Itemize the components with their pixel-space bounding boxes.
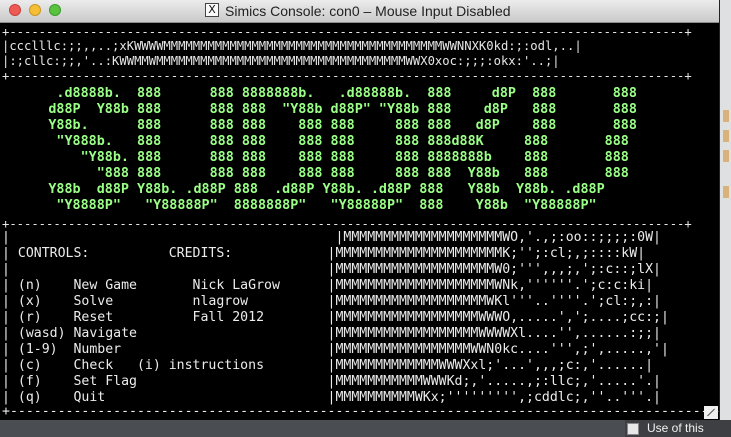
logo-line: "Y88b. 888 888 888 888 888 888 8888888b …: [0, 150, 629, 165]
logo-line: d88P Y88b 888 888 888 "Y88b d88P" "Y88b …: [0, 102, 637, 117]
background-highlight: [723, 110, 729, 122]
control-set-flag: | (f) Set Flag |MMMMMMMMMMMWWWKd;,'.....…: [2, 374, 661, 389]
logo-line: "Y888b. 888 888 888 888 888 888 888d88K …: [0, 134, 629, 149]
control-number: | (1-9) Number |MMMMMMMMMMMMMMMMMWWN0kc.…: [2, 342, 669, 357]
noise-line-2: |:;cllc:;;,'..:KWWMMWMMMMMMMMMMMMMMMMMMM…: [2, 54, 560, 68]
controls-credits-panel: | |MMMMMMMMMMMMMMMMMMMMWO,'.,;:oo::;;;;:…: [0, 230, 719, 420]
logo-line: "Y8888P" "Y88888P" 8888888P" "Y88888P" 8…: [0, 198, 597, 213]
resize-grip-icon[interactable]: [704, 406, 718, 419]
control-solve: | (x) Solve nlagrow |MMMMMMMMMMMMMMMMMMM…: [2, 294, 661, 309]
window-title: Simics Console: con0 – Mouse Input Disab…: [225, 3, 511, 19]
background-option-row[interactable]: Use of this: [625, 420, 731, 437]
logo-line: "888 888 888 888 888 888 888 888 Y88b 88…: [0, 166, 629, 181]
control-reset: | (r) Reset Fall 2012 |MMMMMMMMMMMMMMMMM…: [2, 310, 669, 325]
panel-line: | |MMMMMMMMMMMMMMMMMMMMW0;''',,,;,';:c::…: [2, 262, 661, 277]
control-check: | (c) Check (i) instructions |MMMMMMMMMM…: [2, 358, 654, 373]
background-highlight: [723, 186, 729, 198]
background-highlight: [723, 150, 729, 162]
logo-line: Y88b d88P Y88b. .d88P 888 .d88P Y88b. .d…: [0, 182, 605, 197]
background-checkbox[interactable]: [627, 423, 639, 435]
background-highlight: [723, 130, 729, 142]
console-window: X Simics Console: con0 – Mouse Input Dis…: [0, 0, 720, 420]
background-checkbox-label: Use of this: [647, 421, 704, 435]
background-window-edge: [719, 0, 731, 437]
x11-app-icon: X: [205, 3, 219, 17]
logo-line: Y88b. 888 888 888 888 888 888 888 d8P 88…: [0, 118, 637, 133]
sudoku-ascii-logo: .d8888b. 888 888 8888888b. .d88888b. 888…: [0, 86, 719, 216]
zoom-window-button[interactable]: [49, 4, 61, 16]
logo-line: .d8888b. 888 888 8888888b. .d88888b. 888…: [0, 86, 637, 101]
title-bar[interactable]: X Simics Console: con0 – Mouse Input Dis…: [0, 0, 719, 23]
control-new-game: | (n) New Game Nick LaGrow |MMMMMMMMMMMM…: [2, 278, 654, 293]
control-navigate: | (wasd) Navigate |MMMMMMMMMMMMMMMMMMWWW…: [2, 326, 661, 341]
border-bottom: +---------------------------------------…: [2, 404, 719, 419]
console-screen[interactable]: +---------------------------------------…: [0, 23, 719, 420]
noise-line-1: |ccclllc:;;,,..;xKWWWWMMMMMMMMMMMMMMMMMM…: [2, 39, 582, 53]
border-middle: +---------------------------------------…: [2, 69, 692, 83]
panel-line: | |MMMMMMMMMMMMMMMMMMMMWO,'.,;:oo::;;;;:…: [2, 230, 661, 245]
close-window-button[interactable]: [9, 4, 21, 16]
minimize-window-button[interactable]: [29, 4, 41, 16]
controls-heading-line: | CONTROLS: CREDITS: |MMMMMMMMMMMMMMMMMM…: [2, 246, 646, 261]
